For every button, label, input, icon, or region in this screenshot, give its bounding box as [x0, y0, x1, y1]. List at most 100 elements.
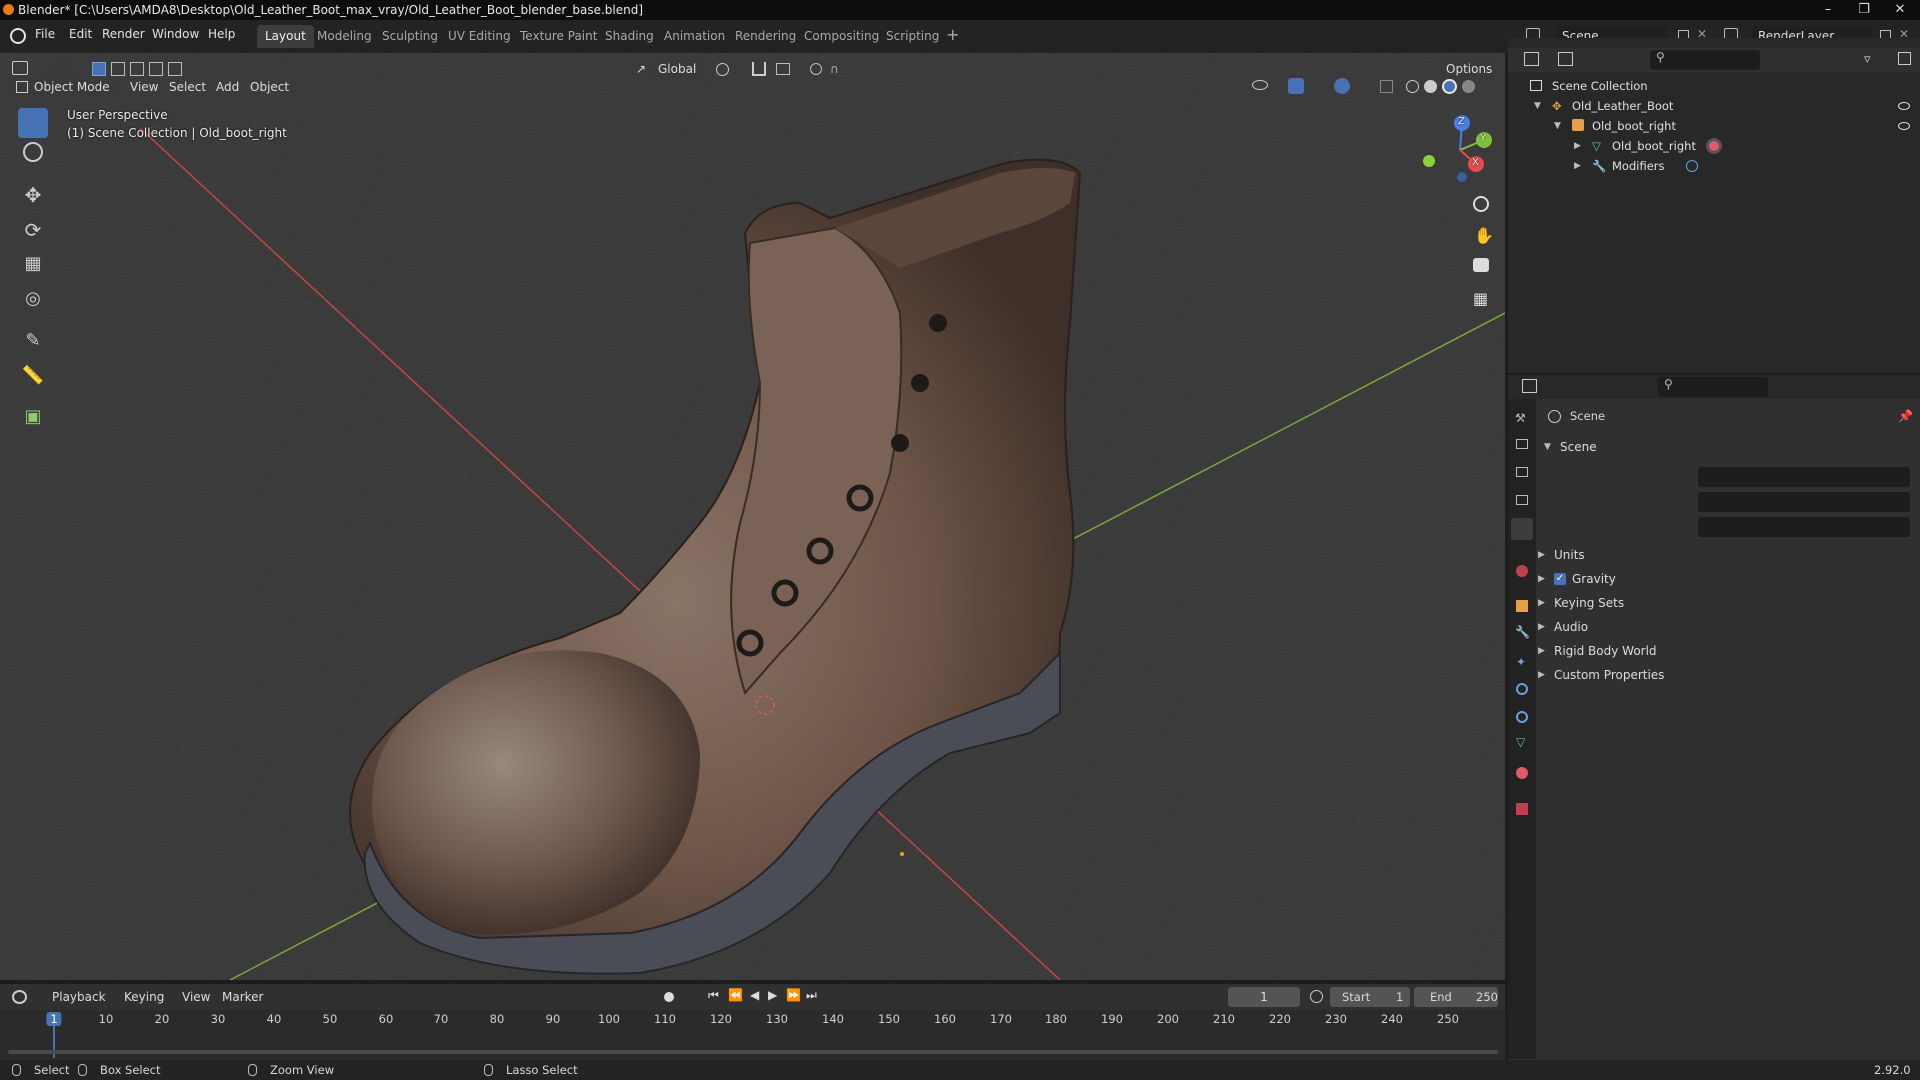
outliner-search-input[interactable] [1650, 50, 1760, 70]
tab-uv-editing[interactable]: UV Editing [440, 25, 519, 48]
object-tab-icon[interactable] [1516, 600, 1528, 612]
collapse-arrow-icon[interactable]: ▶ [1574, 136, 1581, 156]
texture-tab-icon[interactable] [1516, 803, 1528, 815]
overlays-icon[interactable] [1334, 78, 1350, 94]
snap-icon[interactable] [752, 62, 766, 76]
select-difference-icon[interactable] [149, 62, 163, 76]
tab-shading[interactable]: Shading [597, 25, 662, 48]
blender-menu-icon[interactable] [10, 28, 26, 44]
select-tool-icon[interactable] [18, 108, 48, 138]
play-icon[interactable]: ▶ [768, 988, 777, 1002]
properties-search-input[interactable] [1658, 377, 1768, 397]
constraints-tab-icon[interactable] [1516, 711, 1528, 723]
properties-editor-icon[interactable] [1522, 379, 1537, 393]
outliner-row-old-boot-right-object[interactable]: ▼ Old_boot_right [1508, 116, 1920, 136]
outliner-row-scene-collection[interactable]: Scene Collection [1508, 76, 1920, 96]
ortho-toggle-icon[interactable]: ▦ [1473, 289, 1488, 308]
menu-edit[interactable]: Edit [69, 27, 92, 41]
view-layer-tab-icon[interactable] [1516, 495, 1528, 505]
pin-icon[interactable]: 📌 [1898, 409, 1913, 423]
snap-target-icon[interactable] [776, 63, 790, 75]
move-tool-icon[interactable]: ✥ [18, 183, 48, 213]
particles-tab-icon[interactable]: ✦ [1516, 655, 1526, 669]
next-keyframe-icon[interactable]: ⏩ [786, 988, 801, 1002]
filter-icon[interactable]: ▿ [1864, 52, 1871, 67]
maximize-icon[interactable]: ❐ [1846, 0, 1882, 20]
menu-window[interactable]: Window [152, 27, 199, 41]
add-workspace-icon[interactable]: + [946, 25, 959, 44]
falloff-icon[interactable]: ∩ [830, 62, 839, 76]
active-clip-field[interactable] [1698, 517, 1910, 537]
measure-tool-icon[interactable]: 📏 [18, 365, 48, 395]
physics-tab-icon[interactable] [1516, 683, 1528, 695]
tab-modeling[interactable]: Modeling [309, 25, 380, 48]
menu-add[interactable]: Add [210, 77, 245, 97]
record-icon[interactable] [664, 992, 674, 1002]
3d-viewport[interactable] [0, 53, 1505, 980]
tab-rendering[interactable]: Rendering [727, 25, 804, 48]
menu-file[interactable]: File [35, 27, 55, 41]
scene-panel-header[interactable]: ▼ Scene [1538, 436, 1918, 458]
solid-shading-icon[interactable] [1424, 80, 1437, 93]
background-scene-field[interactable] [1698, 492, 1910, 512]
tab-compositing[interactable]: Compositing [796, 25, 887, 48]
cursor-tool-icon[interactable] [23, 142, 43, 162]
gravity-checkbox[interactable]: ✓ [1554, 573, 1566, 585]
select-subtract-icon[interactable] [130, 62, 144, 76]
outliner-row-modifiers[interactable]: ▶ 🔧 Modifiers [1508, 156, 1920, 176]
tab-sculpting[interactable]: Sculpting [374, 25, 446, 48]
wireframe-shading-icon[interactable] [1406, 80, 1419, 93]
menu-help[interactable]: Help [208, 27, 235, 41]
marker-menu[interactable]: Marker [216, 987, 269, 1007]
material-shading-icon[interactable] [1442, 79, 1457, 94]
visibility-icon[interactable] [1252, 80, 1268, 90]
timeline-editor-icon[interactable] [12, 990, 27, 1004]
timeline-scrollbar[interactable] [8, 1050, 1498, 1054]
custom-properties-panel[interactable]: ▶ Custom Properties [1538, 664, 1918, 686]
select-intersect-icon[interactable] [168, 62, 182, 76]
outliner-editor-icon[interactable] [1524, 52, 1539, 66]
transform-orientation-dropdown[interactable]: Global [652, 59, 704, 79]
outliner-row-old-boot-right-mesh[interactable]: ▶ ▽ Old_boot_right [1508, 136, 1920, 156]
rendered-shading-icon[interactable] [1462, 80, 1475, 93]
select-mode-button[interactable] [50, 59, 72, 79]
options-dropdown[interactable]: Options [1440, 59, 1498, 79]
tab-texture-paint[interactable]: Texture Paint [512, 25, 605, 48]
world-tab-icon[interactable] [1516, 565, 1528, 577]
editor-type-icon[interactable] [12, 61, 28, 75]
scale-tool-icon[interactable]: ▦ [18, 253, 48, 283]
tab-scripting[interactable]: Scripting [878, 25, 947, 48]
select-box-icon[interactable] [92, 62, 106, 76]
scene-tab-icon[interactable] [1511, 518, 1533, 540]
keying-sets-panel[interactable]: ▶ Keying Sets [1538, 592, 1918, 614]
pivot-point-icon[interactable] [716, 63, 729, 76]
collapse-arrow-icon[interactable]: ▶ [1574, 156, 1581, 176]
menu-object[interactable]: Object [244, 77, 295, 97]
annotate-tool-icon[interactable]: ✎ [18, 330, 48, 360]
select-extend-icon[interactable] [111, 62, 125, 76]
add-cube-tool-icon[interactable]: ▣ [18, 406, 48, 436]
audio-panel[interactable]: ▶ Audio [1538, 616, 1918, 638]
material-tab-icon[interactable] [1516, 767, 1528, 779]
units-panel[interactable]: ▶ Units [1538, 544, 1918, 566]
jump-end-icon[interactable]: ⏭ [806, 988, 817, 1003]
current-frame-field[interactable]: 1 [1228, 987, 1300, 1007]
tab-layout[interactable]: Layout [257, 25, 314, 48]
camera-view-icon[interactable] [1473, 258, 1489, 272]
zoom-icon[interactable] [1473, 196, 1489, 212]
expand-arrow-icon[interactable]: ▼ [1534, 96, 1541, 116]
jump-start-icon[interactable]: ⏮ [708, 988, 719, 1003]
pan-hand-icon[interactable]: ✋ [1474, 226, 1494, 245]
new-collection-icon[interactable] [1898, 52, 1911, 65]
xray-icon[interactable] [1380, 80, 1393, 93]
menu-select[interactable]: Select [163, 77, 212, 97]
modifier-tab-icon[interactable]: 🔧 [1515, 625, 1530, 639]
camera-field[interactable] [1698, 467, 1910, 487]
navigation-gizmo[interactable]: Z Y X [1420, 110, 1500, 190]
transform-orientation-icon[interactable]: ↗ [630, 59, 650, 79]
keying-menu[interactable]: Keying [118, 987, 170, 1007]
proportional-edit-icon[interactable] [810, 63, 822, 75]
expand-arrow-icon[interactable]: ▼ [1554, 116, 1561, 136]
rigid-body-world-panel[interactable]: ▶ Rigid Body World [1538, 640, 1918, 662]
output-tab-icon[interactable] [1516, 467, 1528, 477]
